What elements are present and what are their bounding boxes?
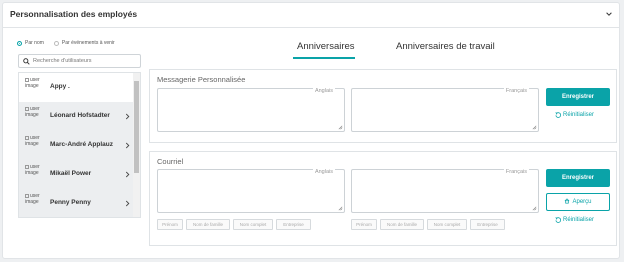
chevron-right-icon bbox=[125, 171, 130, 178]
user-name: Appy . bbox=[50, 83, 70, 90]
panel-header[interactable]: Personnalisation des employés bbox=[3, 3, 619, 28]
user-search-input[interactable]: Recherche d'utilisateurs bbox=[18, 54, 141, 68]
user-name: Marc-André Applauz bbox=[50, 141, 113, 148]
scrollbar-thumb[interactable] bbox=[134, 81, 139, 173]
section-title: Messagerie Personnalisée bbox=[157, 75, 246, 84]
resize-grip-icon[interactable] bbox=[338, 206, 343, 211]
lang-label-fr: Français bbox=[503, 88, 529, 94]
tab-work-anniversaries[interactable]: Anniversaires de travail bbox=[396, 41, 495, 52]
radio-selected-icon bbox=[17, 40, 22, 46]
insert-firstname-en-chip[interactable]: Prénom bbox=[157, 219, 183, 230]
user-list-scrollbar[interactable] bbox=[133, 73, 140, 217]
insert-fullname-en-chip[interactable]: Nom complet bbox=[233, 219, 273, 230]
avatar: user image bbox=[25, 193, 40, 205]
user-name: Léonard Hofstadter bbox=[50, 112, 110, 119]
save-message-button[interactable]: Enregistrer bbox=[546, 88, 610, 106]
filter-radios: Par nom Par événements à venir bbox=[17, 40, 125, 46]
chevron-right-icon bbox=[125, 113, 130, 120]
avatar: user image bbox=[25, 135, 40, 147]
user-row[interactable]: user image Penny Penny bbox=[19, 189, 134, 217]
save-email-button[interactable]: Enregistrer bbox=[546, 169, 610, 187]
message-fr-textarea[interactable]: Français bbox=[351, 88, 539, 132]
email-en-textarea[interactable]: Anglais bbox=[157, 169, 345, 213]
insert-fullname-fr-chip[interactable]: Nom complet bbox=[427, 219, 467, 230]
employee-personalization-panel: Personnalisation des employés Par nom Pa… bbox=[2, 2, 620, 259]
radio-by-events[interactable]: Par événements à venir bbox=[53, 40, 115, 46]
avatar: user image bbox=[25, 77, 40, 89]
reset-message-button[interactable]: Réinitialiser bbox=[555, 112, 594, 118]
search-icon bbox=[23, 58, 30, 65]
reset-icon bbox=[555, 217, 561, 223]
message-en-textarea[interactable]: Anglais bbox=[157, 88, 345, 132]
active-tab-indicator bbox=[293, 57, 355, 59]
search-placeholder: Recherche d'utilisateurs bbox=[33, 58, 92, 64]
email-fr-textarea[interactable]: Français bbox=[351, 169, 539, 213]
reset-icon bbox=[555, 112, 561, 118]
insert-firstname-fr-chip[interactable]: Prénom bbox=[351, 219, 377, 230]
radio-by-name[interactable]: Par nom bbox=[17, 40, 44, 46]
resize-grip-icon[interactable] bbox=[338, 125, 343, 130]
user-name: Mikaël Power bbox=[50, 170, 92, 177]
user-name: Penny Penny bbox=[50, 199, 91, 206]
section-title: Courriel bbox=[157, 157, 184, 166]
lang-label-en: Anglais bbox=[312, 169, 335, 175]
email-section: Courriel Anglais Français Prénom Nom de … bbox=[149, 151, 617, 246]
resize-grip-icon[interactable] bbox=[532, 125, 537, 130]
chevron-down-icon[interactable] bbox=[605, 10, 613, 18]
custom-message-section: Messagerie Personnalisée Anglais Françai… bbox=[149, 69, 617, 143]
chevron-right-icon bbox=[125, 142, 130, 149]
insert-company-fr-chip[interactable]: Entreprise bbox=[470, 219, 505, 230]
tab-birthdays[interactable]: Anniversaires bbox=[297, 41, 355, 52]
reset-email-button[interactable]: Réinitialiser bbox=[555, 217, 594, 223]
user-row[interactable]: user image Mikaël Power bbox=[19, 160, 134, 190]
user-list: user image Appy . user image Léonard Hof… bbox=[18, 72, 141, 218]
resize-grip-icon[interactable] bbox=[532, 206, 537, 211]
avatar: user image bbox=[25, 164, 40, 176]
insert-lastname-en-chip[interactable]: Nom de famille bbox=[186, 219, 230, 230]
insert-lastname-fr-chip[interactable]: Nom de famille bbox=[380, 219, 424, 230]
user-row[interactable]: user image Marc-André Applauz bbox=[19, 131, 134, 161]
panel-title: Personnalisation des employés bbox=[10, 9, 138, 19]
lang-label-fr: Français bbox=[503, 169, 529, 175]
user-row[interactable]: user image Léonard Hofstadter bbox=[19, 102, 134, 132]
radio-unselected-icon bbox=[53, 40, 59, 46]
lang-label-en: Anglais bbox=[312, 88, 335, 94]
user-row[interactable]: user image Appy . bbox=[19, 73, 134, 103]
tabs: Anniversaires Anniversaires de travail bbox=[149, 41, 617, 61]
radio-by-events-label: Par événements à venir bbox=[61, 40, 115, 46]
preview-email-button[interactable]: Aperçu bbox=[546, 193, 610, 211]
radio-by-name-label: Par nom bbox=[25, 40, 44, 46]
home-icon bbox=[565, 198, 570, 204]
chevron-right-icon bbox=[125, 200, 130, 207]
insert-company-en-chip[interactable]: Entreprise bbox=[276, 219, 311, 230]
avatar: user image bbox=[25, 106, 40, 118]
